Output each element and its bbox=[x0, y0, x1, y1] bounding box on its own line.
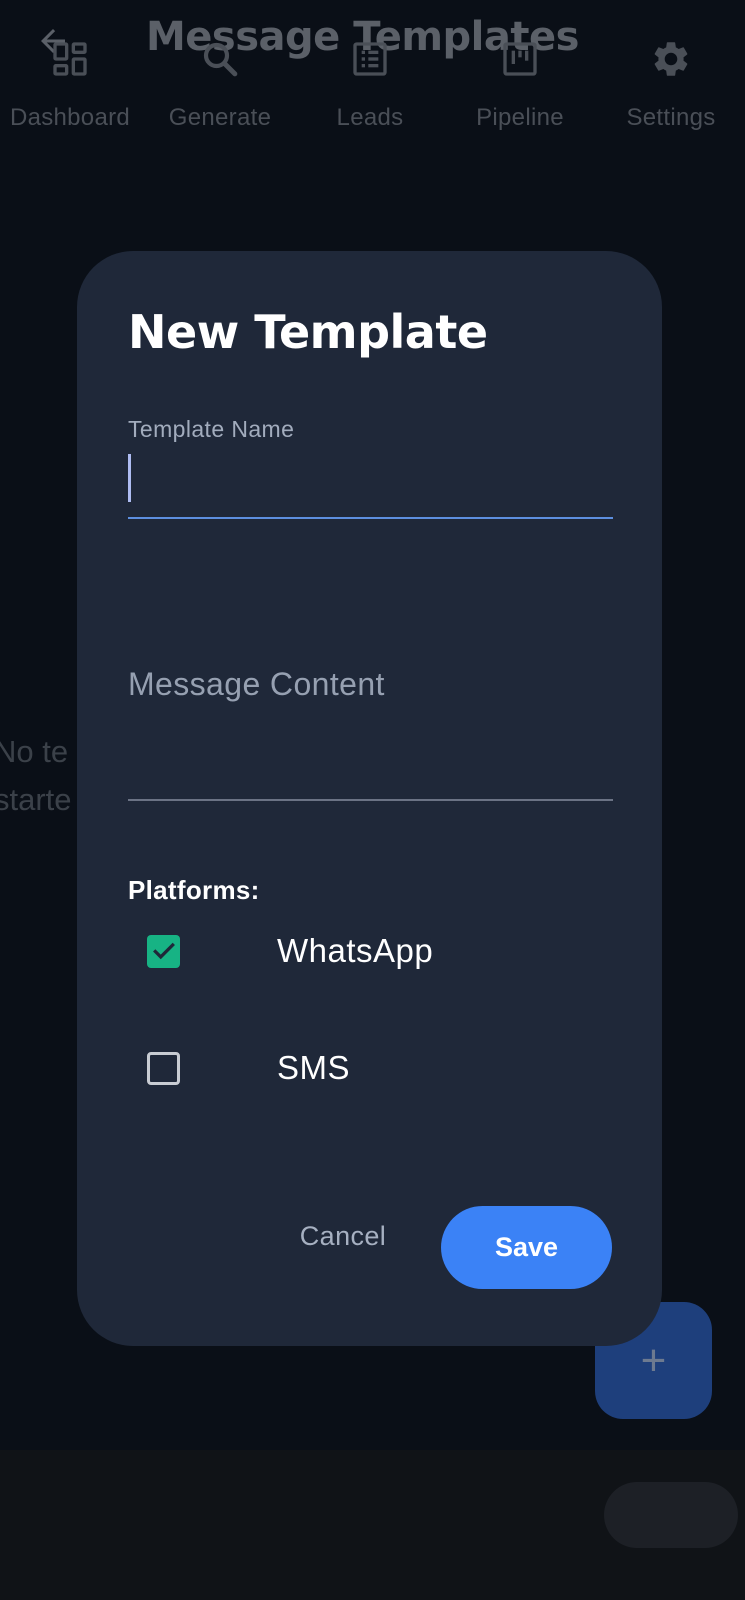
search-icon bbox=[185, 36, 255, 82]
message-content-field[interactable]: Message Content bbox=[128, 646, 613, 801]
nav-label-leads: Leads bbox=[336, 104, 404, 131]
nav-label-dashboard: Dashboard bbox=[9, 104, 131, 131]
nav-item-settings[interactable]: Settings bbox=[601, 0, 741, 150]
template-name-underline bbox=[128, 517, 613, 519]
platform-option-sms[interactable]: SMS bbox=[147, 1038, 587, 1098]
check-icon bbox=[152, 942, 175, 960]
template-name-label: Template Name bbox=[128, 416, 295, 442]
save-button[interactable]: Save bbox=[441, 1206, 612, 1289]
cancel-button[interactable]: Cancel bbox=[293, 1206, 393, 1266]
dialog-title: New Template bbox=[128, 305, 488, 359]
plus-icon: + bbox=[640, 1335, 667, 1385]
whatsapp-checkbox[interactable] bbox=[147, 934, 180, 968]
nav-label-pipeline: Pipeline bbox=[476, 104, 564, 131]
whatsapp-label: WhatsApp bbox=[277, 932, 434, 969]
message-content-placeholder: Message Content bbox=[128, 666, 385, 702]
nav-item-generate[interactable]: Generate bbox=[150, 0, 290, 150]
nav-item-dashboard[interactable]: Dashboard bbox=[0, 0, 140, 150]
sms-checkbox[interactable] bbox=[147, 1051, 180, 1085]
sms-label: SMS bbox=[277, 1049, 351, 1086]
dashboard-icon bbox=[35, 36, 105, 82]
gear-icon bbox=[636, 36, 706, 82]
nav-active-indicator bbox=[604, 1482, 738, 1548]
nav-item-leads[interactable]: Leads bbox=[300, 0, 440, 150]
message-content-underline bbox=[128, 799, 613, 801]
nav-label-generate: Generate bbox=[168, 104, 272, 131]
template-name-input[interactable] bbox=[128, 454, 131, 502]
new-template-dialog: New Template Template Name Message Conte… bbox=[77, 251, 662, 1346]
platforms-label: Platforms: bbox=[128, 875, 260, 905]
pipeline-icon bbox=[485, 36, 555, 82]
list-icon bbox=[335, 36, 405, 82]
platform-option-whatsapp[interactable]: WhatsApp bbox=[147, 921, 587, 981]
nav-item-pipeline[interactable]: Pipeline bbox=[450, 0, 590, 150]
nav-label-settings: Settings bbox=[626, 104, 716, 131]
